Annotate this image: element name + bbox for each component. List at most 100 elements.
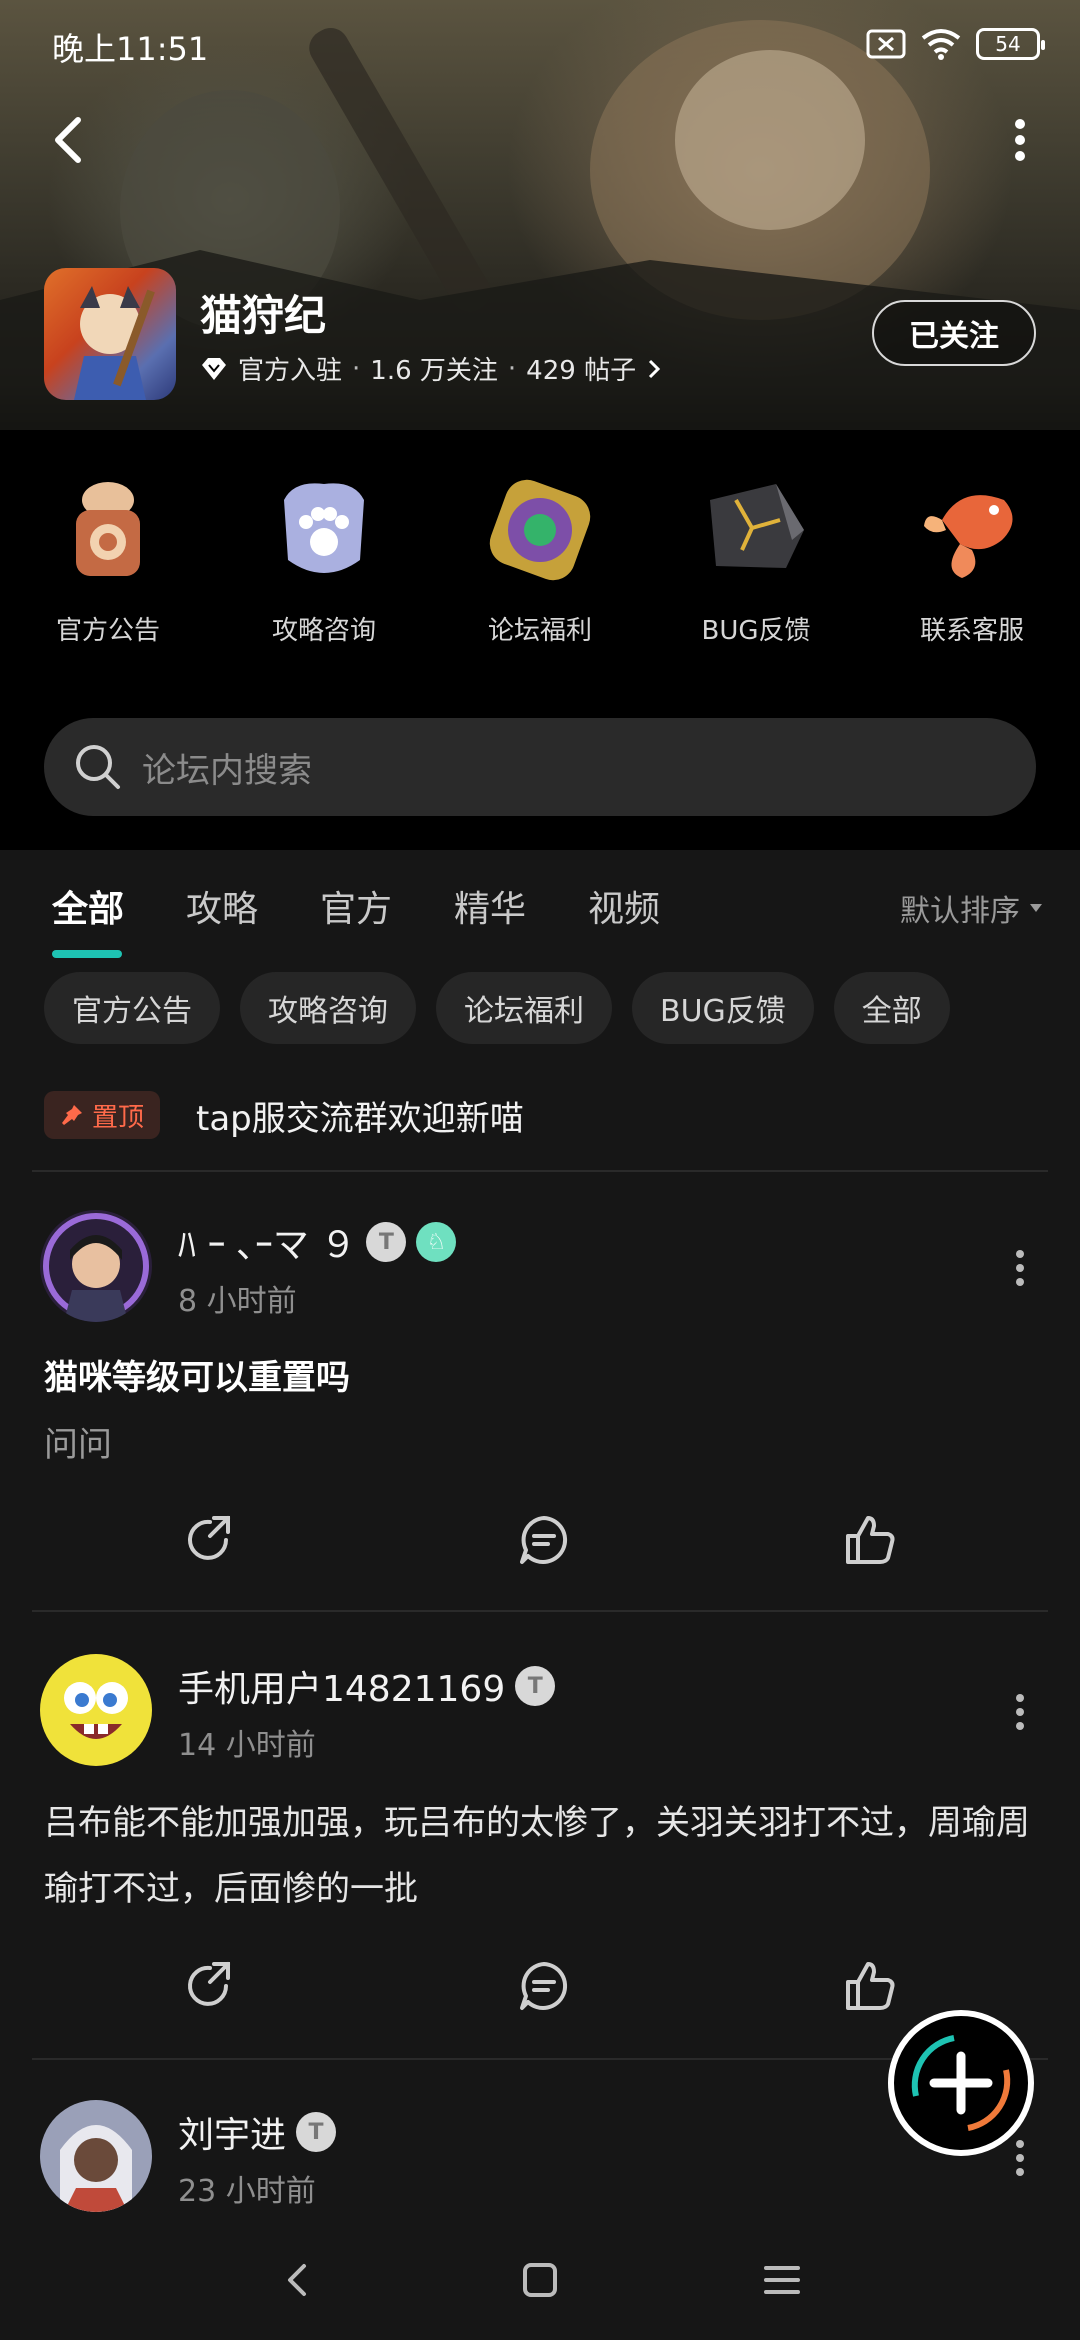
pinned-badge: 置顶 (44, 1091, 161, 1139)
avatar[interactable] (40, 1210, 152, 1322)
game-stats: 官方入驻 · 1.6 万关注 · 429 帖子 (200, 350, 662, 387)
followers-count: 1.6 万关注 (370, 356, 498, 386)
more-vertical-icon[interactable] (992, 112, 1048, 168)
category-label: BUG反馈 (701, 616, 811, 646)
search-icon (76, 745, 120, 789)
sort-label: 默认排序 (900, 894, 1020, 929)
post-actions (0, 1510, 1080, 1580)
chip-bug-report[interactable]: BUG反馈 (632, 972, 814, 1044)
sort-dropdown[interactable]: 默认排序 (900, 886, 1044, 930)
separator-dot: · (507, 353, 517, 384)
author-name: 刘宇进 (178, 2115, 287, 2156)
wifi-icon (921, 29, 961, 60)
level-badge: T (366, 1222, 407, 1262)
forum-search-input[interactable]: 论坛内搜索 (44, 718, 1036, 816)
category-label: 联系客服 (919, 616, 1024, 646)
category-customer-service[interactable]: 联系客服 (864, 470, 1080, 690)
level-badge: T (515, 1666, 556, 1706)
like-icon[interactable] (840, 1510, 900, 1570)
status-icons: 54 (866, 26, 1045, 62)
chip-all[interactable]: 全部 (833, 972, 950, 1044)
avatar-image (40, 1210, 152, 1322)
game-title: 猫狩纪 (200, 291, 327, 340)
player-badge: ♘ (416, 1222, 457, 1262)
author-name: 手机用户14821169 (178, 1669, 506, 1710)
category-bug-report[interactable]: BUG反馈 (648, 470, 864, 690)
share-icon[interactable] (180, 1510, 240, 1570)
cracked-stone-icon (710, 484, 804, 568)
official-label: 官方入驻 (238, 356, 343, 386)
chip-announcement[interactable]: 官方公告 (44, 972, 220, 1044)
pin-icon (62, 1105, 82, 1125)
nav-menu-icon[interactable] (750, 2248, 814, 2312)
post-author[interactable]: 手机用户14821169 T (178, 1660, 556, 1712)
nav-home-icon[interactable] (508, 2248, 572, 2312)
tab-official[interactable]: 官方 (320, 880, 392, 932)
post-time: 14 小时前 (178, 1728, 316, 1763)
post-more-icon[interactable] (1000, 1244, 1040, 1292)
battery-indicator: 54 (976, 28, 1045, 60)
caret-down-icon (1030, 904, 1042, 912)
active-tab-indicator (52, 950, 122, 958)
game-app-icon[interactable] (44, 268, 176, 400)
post-more-icon[interactable] (1000, 1688, 1040, 1736)
like-icon[interactable] (840, 1956, 900, 2016)
category-label: 论坛福利 (487, 616, 592, 646)
paw-badge-icon (284, 483, 364, 573)
category-label: 攻略咨询 (271, 616, 376, 646)
level-badge: T (296, 2112, 337, 2152)
comment-icon[interactable] (514, 1510, 574, 1570)
category-welfare[interactable]: 论坛福利 (432, 470, 648, 690)
chevron-right-icon (649, 359, 661, 378)
post-body[interactable]: 吕布能不能加强加强，玩吕布的太惨了，关羽关羽打不过，周瑜周瑜打不过，后面惨的一批 (44, 1790, 1044, 1922)
plus-icon (911, 2035, 1011, 2131)
tab-all[interactable]: 全部 (52, 880, 124, 932)
category-shortcuts: 官方公告 攻略咨询 论坛福利 BUG反馈 联系客服 (0, 470, 1080, 690)
status-time: 晚上11:51 (52, 30, 209, 68)
avatar-image (40, 1654, 152, 1766)
divider (32, 1170, 1048, 1172)
tab-featured[interactable]: 精华 (454, 880, 526, 932)
forum-header-banner: 晚上11:51 54 猫狩纪 官方入驻 · 1.6 万关注 · 429 帖子 已… (0, 0, 1080, 850)
nav-back-icon[interactable] (266, 2248, 330, 2312)
back-arrow-icon[interactable] (44, 112, 100, 168)
separator-dot: · (352, 353, 361, 384)
comment-icon[interactable] (514, 1956, 574, 2016)
avatar[interactable] (40, 1654, 152, 1766)
koi-fish-icon (924, 495, 1013, 578)
category-announcement[interactable]: 官方公告 (0, 470, 216, 690)
follow-button[interactable]: 已关注 (872, 300, 1036, 366)
pinned-post[interactable]: 置顶 tap服交流群欢迎新喵 (44, 1080, 1036, 1150)
chip-welfare[interactable]: 论坛福利 (436, 972, 612, 1044)
announcement-token-icon (76, 482, 140, 576)
tab-guides[interactable]: 攻略 (186, 880, 258, 932)
jade-medallion-icon (489, 479, 591, 581)
share-icon[interactable] (180, 1956, 240, 2016)
search-placeholder: 论坛内搜索 (142, 750, 312, 791)
posts-count[interactable]: 429 帖子 (526, 350, 636, 387)
category-guide[interactable]: 攻略咨询 (216, 470, 432, 690)
status-bar: 晚上11:51 54 (0, 0, 1080, 88)
chip-guide[interactable]: 攻略咨询 (240, 972, 416, 1044)
avatar[interactable] (40, 2100, 152, 2212)
category-label: 官方公告 (55, 616, 160, 646)
no-sim-icon (866, 29, 906, 59)
game-logo-art (74, 286, 155, 400)
battery-level: 54 (995, 32, 1021, 56)
avatar-image (40, 2100, 152, 2212)
post-body[interactable]: 问问 (44, 1412, 1044, 1478)
post-title[interactable]: 猫咪等级可以重置吗 (44, 1350, 350, 1399)
post-time: 23 小时前 (178, 2174, 316, 2209)
verified-diamond-icon (202, 357, 226, 380)
author-name: ﾊ ｰ ､ｰマ ９ (178, 1225, 357, 1266)
post-author[interactable]: ﾊ ｰ ､ｰマ ９ T ♘ (178, 1216, 457, 1268)
filter-chips: 官方公告 攻略咨询 论坛福利 BUG反馈 全部 (44, 972, 950, 1044)
divider (32, 1610, 1048, 1612)
post-author[interactable]: 刘宇进 T (178, 2106, 337, 2158)
tab-videos[interactable]: 视频 (588, 880, 660, 932)
system-nav-bar (0, 2220, 1080, 2340)
new-post-button[interactable] (888, 2010, 1034, 2156)
pinned-badge-label: 置顶 (92, 1102, 145, 1133)
post-time: 8 小时前 (178, 1284, 297, 1319)
post-card[interactable]: 手机用户14821169 T 14 小时前 (0, 1654, 1080, 1784)
